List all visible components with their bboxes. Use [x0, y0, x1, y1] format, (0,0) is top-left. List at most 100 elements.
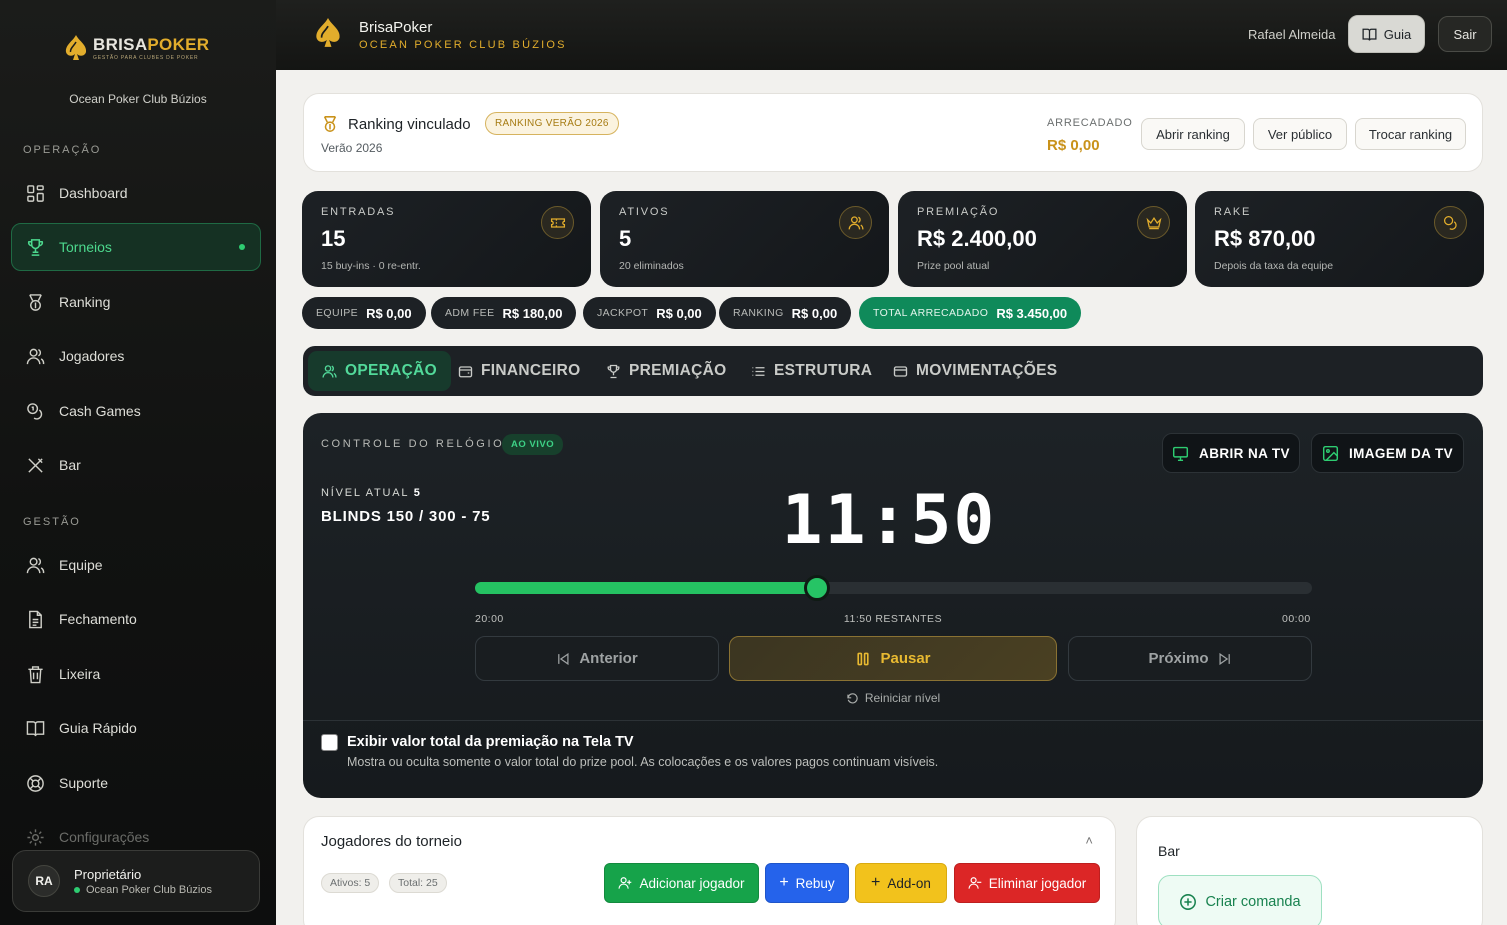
sidebar-item-suporte[interactable]: Suporte: [11, 759, 261, 807]
pause-icon: [857, 652, 870, 665]
pill-equipe: EQUIPE R$ 0,00: [302, 297, 426, 329]
ranking-title: Ranking vinculado: [348, 116, 471, 133]
tab-premiacao[interactable]: PREMIAÇÃO: [606, 351, 726, 391]
ranking-card: Ranking vinculado RANKING VERÃO 2026 Ver…: [303, 93, 1483, 172]
players-card: Jogadores do torneio ˄ Ativos: 5 Total: …: [303, 816, 1116, 925]
pause-label: Pausar: [880, 650, 931, 667]
clock-label: CONTROLE DO RELÓGIO: [321, 438, 505, 450]
crown-icon: [1137, 206, 1170, 239]
tournament-tabs: OPERAÇÃO FINANCEIRO PREMIAÇÃO ESTRUTURA …: [303, 346, 1483, 396]
lifebuoy-icon: [27, 774, 44, 792]
total-count-chip: Total: 25: [389, 873, 447, 893]
next-label: Próximo: [1148, 650, 1209, 667]
sidebar-item-jogadores[interactable]: Jogadores: [11, 332, 261, 380]
user-minus-icon: [968, 877, 982, 889]
pill-total-arrecadado: TOTAL ARRECADADO R$ 3.450,00: [859, 297, 1082, 329]
next-level-button[interactable]: Próximo: [1068, 636, 1312, 681]
stat-card-entradas: ENTRADAS 15 15 buy-ins · 0 re-entr.: [302, 191, 591, 287]
sidebar-item-equipe[interactable]: Equipe: [11, 541, 261, 589]
file-text-icon: [29, 610, 42, 628]
pill-label: RANKING: [733, 307, 784, 319]
stat-value: 15: [321, 226, 346, 251]
wallet-icon: [458, 365, 473, 377]
tab-estrutura[interactable]: ESTRUTURA: [751, 351, 872, 391]
level-progress-track[interactable]: [475, 575, 1312, 601]
book-open-icon: [26, 720, 45, 736]
stat-sub: Prize pool atual: [917, 260, 990, 272]
sidebar: BRISAPOKER GESTÃO PARA CLUBES DE POKER O…: [0, 0, 276, 925]
tab-financeiro[interactable]: FINANCEIRO: [458, 351, 580, 391]
show-prize-total-checkbox[interactable]: [321, 734, 338, 751]
topbar: BrisaPoker OCEAN POKER CLUB BÚZIOS Rafae…: [276, 0, 1507, 70]
spade-logo-icon: [65, 35, 87, 60]
trophy-icon: [607, 364, 620, 378]
eliminate-player-label: Eliminar jogador: [988, 875, 1087, 891]
reset-level-button[interactable]: Reiniciar nível: [303, 691, 1483, 705]
tv-image-button[interactable]: IMAGEM DA TV: [1311, 433, 1464, 473]
view-public-button[interactable]: Ver público: [1253, 118, 1347, 150]
sidebar-item-cash-games[interactable]: Cash Games: [11, 387, 261, 435]
add-player-button[interactable]: Adicionar jogador: [604, 863, 759, 903]
plus-circle-icon: [1180, 894, 1197, 910]
stat-value: R$ 2.400,00: [917, 226, 1037, 251]
club-name: Ocean Poker Club Búzios: [69, 92, 207, 106]
collected-label: ARRECADADO: [1047, 117, 1133, 129]
rebuy-button[interactable]: + Rebuy: [765, 863, 849, 903]
app-title: BrisaPoker: [359, 19, 433, 36]
pill-jackpot: JACKPOT R$ 0,00: [583, 297, 716, 329]
tab-operacao[interactable]: OPERAÇÃO: [308, 351, 451, 391]
pill-label: EQUIPE: [316, 307, 359, 319]
user-card[interactable]: RA Proprietário Ocean Poker Club Búzios: [12, 850, 260, 912]
guide-button[interactable]: Guia: [1348, 15, 1425, 53]
switch-ranking-button[interactable]: Trocar ranking: [1355, 118, 1466, 150]
eliminate-player-button[interactable]: Eliminar jogador: [954, 863, 1100, 903]
pill-label: JACKPOT: [597, 307, 649, 319]
users-icon: [26, 348, 45, 364]
grid-icon: [27, 184, 44, 202]
sidebar-item-ranking[interactable]: Ranking: [11, 278, 261, 326]
tab-movimentacoes[interactable]: MOVIMENTAÇÕES: [893, 351, 1057, 391]
addon-label: Add-on: [887, 875, 931, 891]
brand-logo[interactable]: BRISAPOKER GESTÃO PARA CLUBES DE POKER: [63, 34, 209, 62]
sidebar-item-label: Torneios: [59, 239, 112, 255]
pill-ranking: RANKING R$ 0,00: [719, 297, 852, 329]
sidebar-item-torneios[interactable]: Torneios: [11, 223, 261, 271]
utensils-icon: [28, 457, 43, 473]
user-role: Proprietário: [74, 866, 142, 882]
open-tv-button[interactable]: ABRIR NA TV: [1162, 433, 1300, 473]
create-order-button[interactable]: Criar comanda: [1158, 875, 1322, 925]
tab-label: FINANCEIRO: [481, 362, 581, 379]
level-progress-fill: [475, 582, 817, 594]
stat-sub: 15 buy-ins · 0 re-entr.: [321, 260, 421, 272]
sidebar-item-label: Lixeira: [59, 666, 101, 682]
skip-back-icon: [558, 652, 569, 665]
collected-value: R$ 0,00: [1047, 137, 1100, 154]
sidebar-item-lixeira[interactable]: Lixeira: [11, 650, 261, 698]
rotate-ccw-icon: [847, 692, 858, 703]
user-plus-icon: [618, 877, 632, 889]
sidebar-item-guia-rapido[interactable]: Guia Rápido: [11, 704, 261, 752]
avatar: RA: [28, 865, 60, 897]
players-title: Jogadores do torneio: [321, 833, 462, 850]
trash-icon: [28, 665, 43, 683]
live-badge: AO VIVO: [502, 434, 564, 455]
sidebar-item-bar[interactable]: Bar: [11, 441, 261, 489]
medal-icon: [29, 293, 42, 311]
section-gestao: GESTÃO: [23, 516, 81, 528]
create-order-label: Criar comanda: [1205, 894, 1301, 910]
sidebar-item-dashboard[interactable]: Dashboard: [11, 169, 261, 217]
divider: [303, 720, 1483, 721]
tab-label: ESTRUTURA: [774, 362, 873, 379]
team-icon: [26, 557, 45, 573]
stat-value: R$ 870,00: [1214, 226, 1316, 251]
open-ranking-button[interactable]: Abrir ranking: [1141, 118, 1245, 150]
open-tv-label: ABRIR NA TV: [1199, 445, 1290, 461]
progress-handle[interactable]: [803, 575, 830, 601]
pause-button[interactable]: Pausar: [729, 636, 1057, 681]
collapse-icon[interactable]: ˄: [1085, 833, 1093, 848]
previous-level-button[interactable]: Anterior: [475, 636, 719, 681]
logout-button[interactable]: Sair: [1438, 16, 1492, 52]
sidebar-item-fechamento[interactable]: Fechamento: [11, 595, 261, 643]
ranking-badge: RANKING VERÃO 2026: [485, 112, 619, 135]
addon-button[interactable]: + Add-on: [855, 863, 947, 903]
